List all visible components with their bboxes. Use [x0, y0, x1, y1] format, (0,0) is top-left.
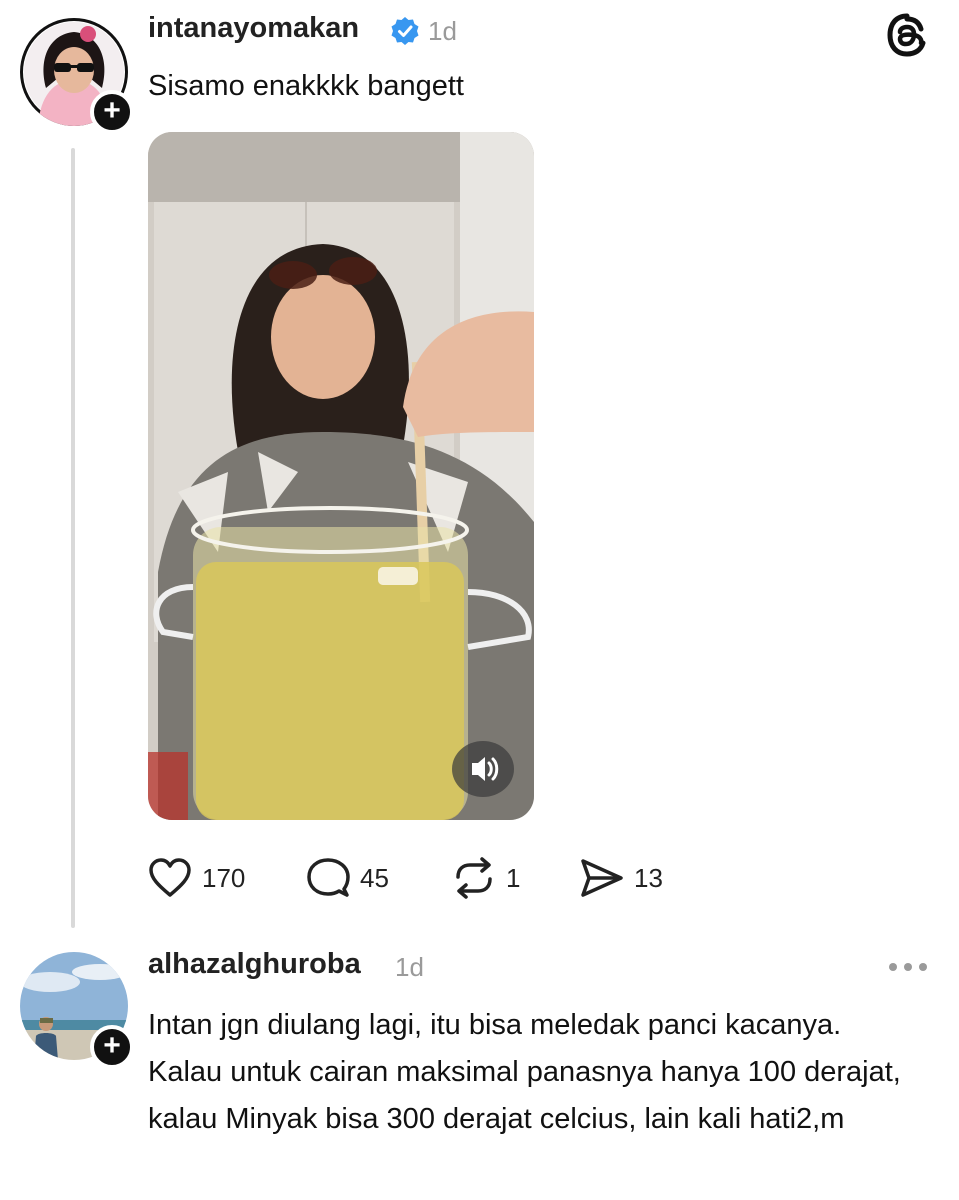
- repost-button[interactable]: 1: [452, 856, 520, 900]
- share-button[interactable]: 13: [580, 856, 663, 900]
- speaker-icon: [472, 757, 499, 781]
- post-text: Sisamo enakkkk bangett: [148, 70, 464, 102]
- mute-toggle-button[interactable]: [452, 741, 514, 797]
- follow-plus-icon[interactable]: +: [90, 1025, 134, 1069]
- reply-button[interactable]: 45: [306, 856, 389, 900]
- repost-count: 1: [506, 862, 521, 893]
- post-username[interactable]: intanayomakan: [148, 12, 359, 45]
- share-count: 13: [634, 862, 663, 893]
- like-count: 170: [202, 862, 246, 893]
- post-video[interactable]: [148, 132, 534, 820]
- reply-time: 1d: [395, 952, 424, 982]
- reply-username[interactable]: alhazalghuroba: [148, 948, 361, 981]
- threads-logo-icon[interactable]: [884, 12, 930, 58]
- reply-count: 45: [360, 862, 389, 893]
- more-dots-icon[interactable]: [886, 960, 930, 974]
- follow-plus-icon[interactable]: +: [90, 90, 134, 134]
- comment-icon: [307, 858, 350, 897]
- send-icon: [581, 859, 623, 897]
- heart-icon: [149, 858, 191, 897]
- repost-icon: [456, 857, 492, 899]
- verified-badge-icon: [391, 17, 419, 45]
- reply-text: Intan jgn diulang lagi, itu bisa meledak…: [148, 1009, 901, 1135]
- thread-connector-line: [71, 148, 75, 928]
- like-button[interactable]: 170: [148, 856, 245, 900]
- post-time: 1d: [428, 16, 457, 46]
